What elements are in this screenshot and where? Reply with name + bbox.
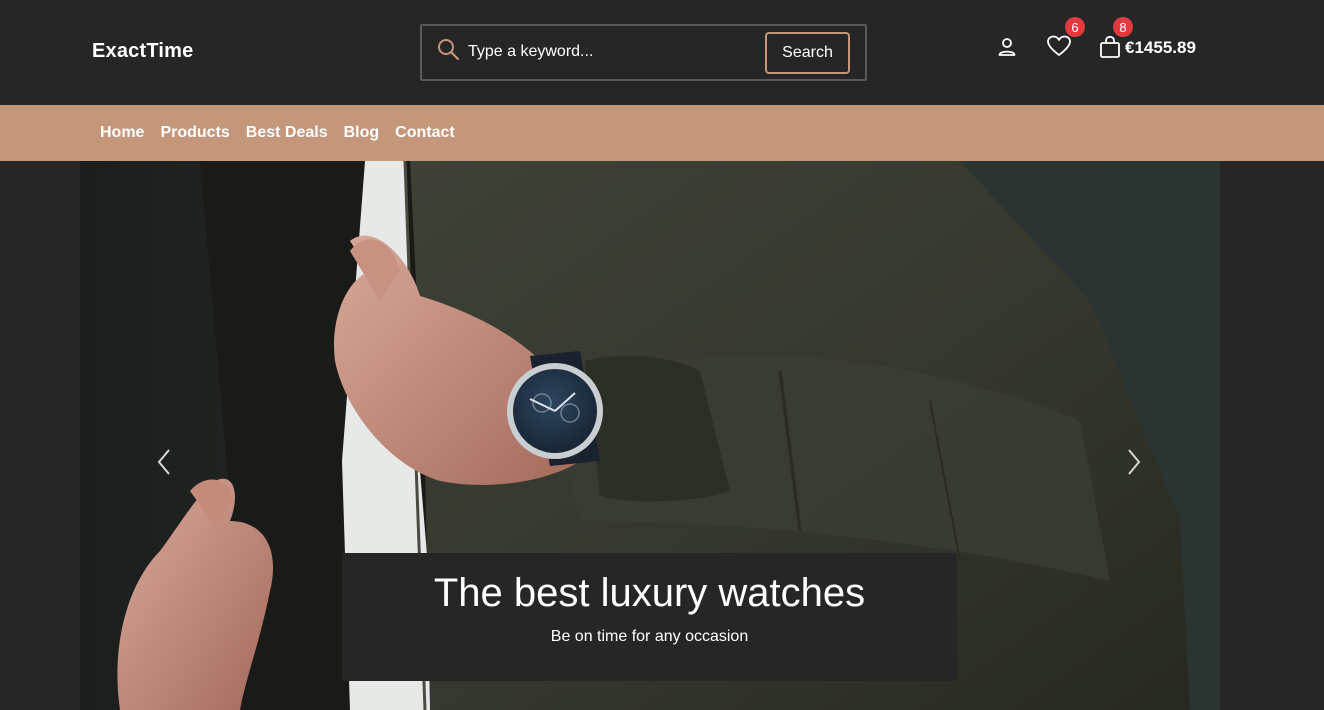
shopping-bag-icon[interactable] [1099,35,1121,59]
hero-subtitle: Be on time for any occasion [550,628,749,645]
cart-total[interactable]: €1455.89 [1125,38,1196,58]
nav-item-products[interactable]: Products [160,124,229,142]
search-button[interactable]: Search [765,32,850,74]
hero-caption: The best luxury watches Be on time for a… [342,553,957,681]
hero-title: The best luxury watches [433,571,866,615]
nav-item-blog[interactable]: Blog [344,124,380,142]
top-header: ExactTime Search 6 8 €1455.89 [0,0,1324,105]
site-logo[interactable]: ExactTime [92,40,194,63]
user-icon[interactable] [996,36,1018,58]
search-bar: Search [420,24,867,81]
search-icon [438,39,460,61]
nav-item-home[interactable]: Home [100,124,144,142]
chevron-left-icon[interactable] [155,447,175,477]
search-input[interactable] [468,38,758,66]
wishlist-count-badge: 6 [1065,17,1085,37]
hero-carousel: The best luxury watches Be on time for a… [80,161,1220,710]
nav-item-contact[interactable]: Contact [395,124,455,142]
nav-item-best-deals[interactable]: Best Deals [246,124,328,142]
chevron-right-icon[interactable] [1123,447,1143,477]
heart-icon[interactable] [1046,34,1072,58]
cart-count-badge: 8 [1113,17,1133,37]
main-nav: Home Products Best Deals Blog Contact [0,105,1324,161]
